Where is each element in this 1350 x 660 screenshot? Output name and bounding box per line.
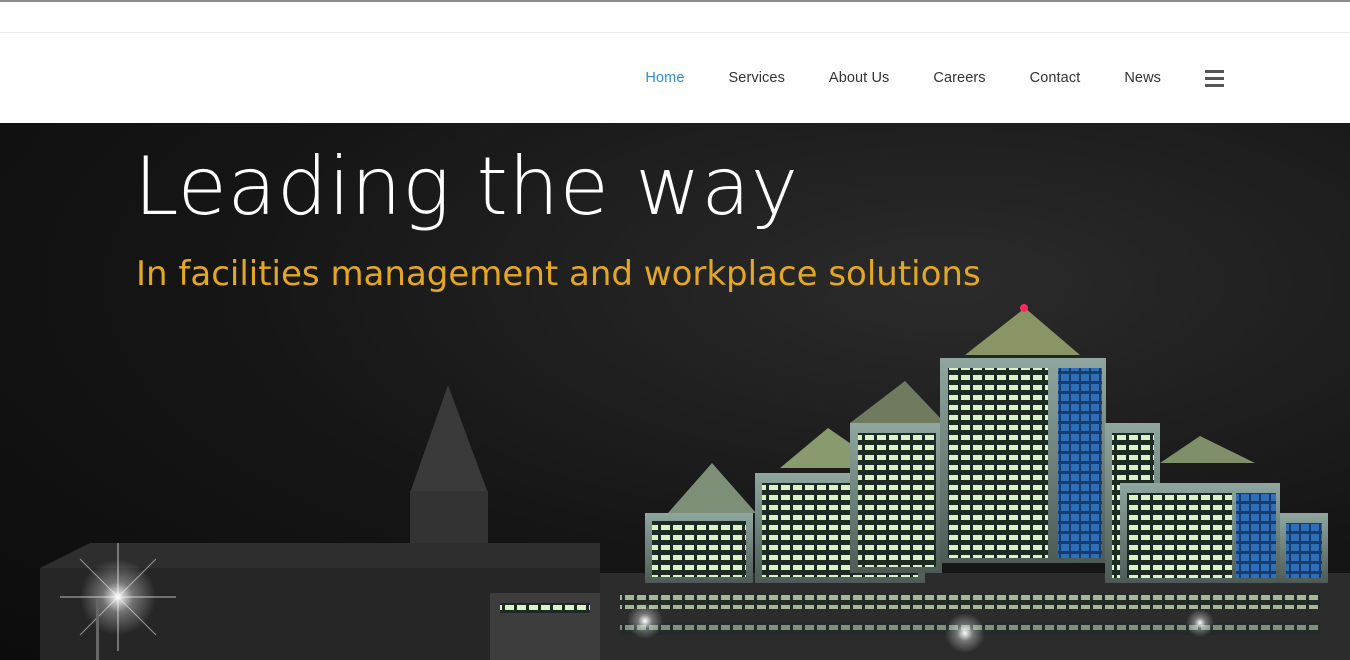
nav-careers[interactable]: Careers (933, 70, 985, 86)
office-complex (645, 304, 1328, 583)
nav-services[interactable]: Services (729, 70, 785, 86)
nav-news[interactable]: News (1124, 70, 1161, 86)
top-strip (0, 2, 1350, 33)
nav-home[interactable]: Home (645, 70, 684, 86)
nav-about-us[interactable]: About Us (829, 70, 889, 86)
hero-banner: Leading the way In facilities management… (0, 123, 1350, 660)
lower-buildings (490, 573, 1350, 660)
hamburger-icon[interactable] (1205, 69, 1224, 87)
nav-contact[interactable]: Contact (1030, 70, 1081, 86)
site-header: Home Services About Us Careers Contact N… (0, 33, 1350, 123)
main-nav: Home Services About Us Careers Contact N… (601, 33, 1224, 123)
hero-headline: Leading the way (134, 140, 799, 233)
hero-subheadline: In facilities management and workplace s… (136, 254, 981, 294)
